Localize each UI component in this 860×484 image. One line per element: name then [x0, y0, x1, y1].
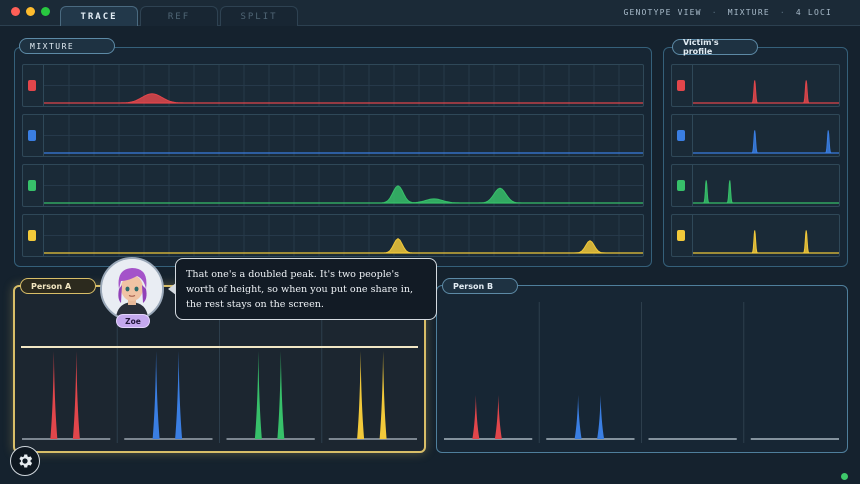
person-b-trace	[444, 302, 839, 443]
status-loci: 4 LOCI	[795, 8, 832, 17]
mixture-trace	[44, 215, 643, 256]
dye-channel-chip	[28, 179, 36, 191]
dye-channel-chip	[28, 129, 36, 141]
trace-signal	[693, 180, 839, 204]
victim-lane	[671, 64, 840, 107]
victim-profile-label: Victim's profile	[672, 38, 758, 56]
victim-trace	[693, 180, 839, 204]
victim-plot	[692, 65, 839, 106]
allele-peak[interactable]	[50, 351, 58, 439]
person-a-label: Person A	[20, 278, 96, 294]
victim-lane	[671, 114, 840, 157]
dye-channel-chip	[677, 79, 685, 91]
trace-signal	[693, 130, 839, 154]
victim-trace	[693, 80, 839, 104]
gear-icon	[19, 454, 33, 468]
allele-peak[interactable]	[277, 351, 285, 439]
trace-signal	[693, 230, 839, 254]
victim-trace	[693, 130, 839, 154]
status-separator: ·	[711, 8, 718, 17]
status-indicator	[841, 473, 848, 480]
allele-peak[interactable]	[574, 395, 582, 439]
tab-ref[interactable]: REF	[140, 6, 218, 26]
mixture-lane	[22, 64, 644, 107]
zoe-portrait-icon	[102, 259, 162, 319]
person-b-label: Person B	[442, 278, 518, 294]
mixture-lane	[22, 214, 644, 257]
victim-plot	[692, 165, 839, 206]
victim-trace	[693, 230, 839, 254]
status-readout: GENOTYPE VIEW · MIXTURE · 4 LOCI	[623, 8, 832, 17]
mixture-trace	[44, 165, 643, 206]
mixture-lane	[22, 164, 644, 207]
allele-peak[interactable]	[254, 351, 262, 439]
maximize-window-button[interactable]	[41, 7, 50, 16]
allele-peak[interactable]	[72, 351, 80, 439]
dye-channel-chip	[677, 179, 685, 191]
tab-split[interactable]: SPLIT	[220, 6, 298, 26]
status-separator: ·	[779, 8, 786, 17]
dye-channel-chip	[28, 229, 36, 241]
allele-peak[interactable]	[152, 351, 160, 439]
mixture-plot	[43, 215, 643, 256]
allele-peak[interactable]	[472, 395, 480, 439]
tab-trace[interactable]: TRACE	[60, 6, 138, 26]
dye-channel-chip	[677, 129, 685, 141]
mixture-lane	[22, 114, 644, 157]
victim-plot	[692, 115, 839, 156]
allele-peak[interactable]	[597, 395, 605, 439]
allele-peak[interactable]	[494, 395, 502, 439]
status-view: GENOTYPE VIEW	[623, 8, 702, 17]
speaker-name-tag: Zoe	[116, 314, 150, 328]
dye-channel-chip	[677, 229, 685, 241]
dye-channel-chip	[28, 79, 36, 91]
status-mode: MIXTURE	[727, 8, 770, 17]
victim-plot	[692, 215, 839, 256]
mixture-label: MIXTURE	[19, 38, 115, 54]
victim-lane	[671, 164, 840, 207]
tab-bar: TRACE REF SPLIT	[60, 6, 298, 26]
allele-peak[interactable]	[379, 351, 387, 439]
close-window-button[interactable]	[11, 7, 20, 16]
victim-lane	[671, 214, 840, 257]
window-controls	[11, 7, 50, 16]
allele-peak[interactable]	[175, 351, 183, 439]
mixture-plot	[43, 115, 643, 156]
dialogue-bubble[interactable]: That one's a doubled peak. It's two peop…	[175, 258, 437, 320]
mixture-plot	[43, 165, 643, 206]
mixture-plot	[43, 65, 643, 106]
zoe-avatar	[100, 257, 164, 321]
person-b-panel[interactable]	[436, 285, 848, 453]
mixture-trace	[44, 65, 643, 106]
title-bar: TRACE REF SPLIT GENOTYPE VIEW · MIXTURE …	[0, 0, 860, 26]
settings-button[interactable]	[10, 446, 40, 476]
trace-signal	[693, 80, 839, 104]
mixture-trace	[44, 115, 643, 156]
minimize-window-button[interactable]	[26, 7, 35, 16]
allele-peak[interactable]	[357, 351, 365, 439]
